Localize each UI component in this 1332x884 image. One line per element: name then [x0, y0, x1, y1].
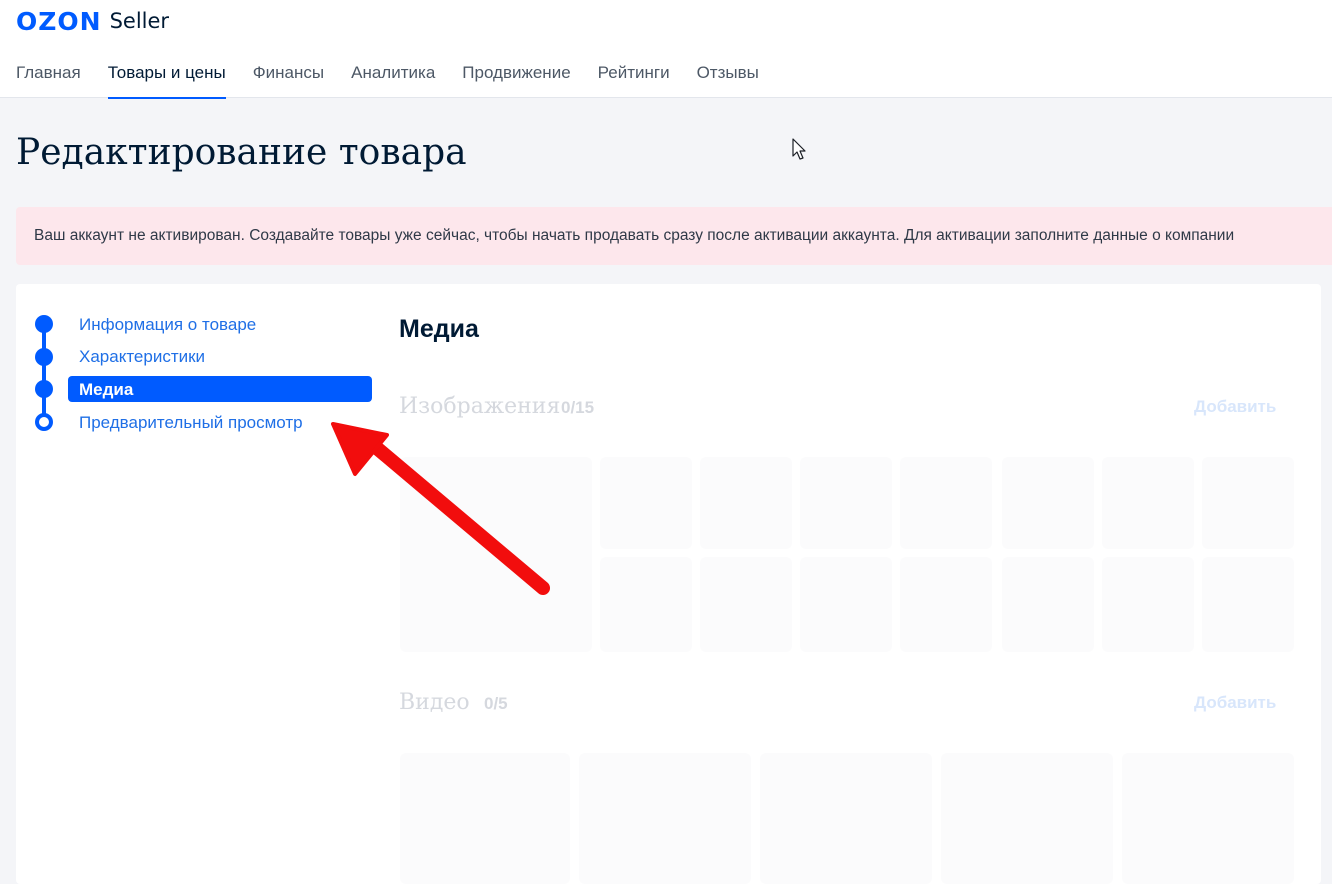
nav-item-products-prices[interactable]: Товары и цены — [107, 62, 226, 99]
video-section-label: Видео — [399, 690, 470, 715]
image-placeholder — [800, 457, 892, 549]
mouse-cursor-icon — [792, 138, 806, 160]
step-dot-icon — [35, 380, 53, 398]
image-placeholder — [600, 557, 692, 652]
nav-item-reviews[interactable]: Отзывы — [697, 62, 759, 97]
video-placeholder — [400, 753, 570, 884]
logo-brand: OZON — [16, 6, 102, 36]
media-title: Медиа — [399, 315, 479, 343]
nav-item-promotion[interactable]: Продвижение — [462, 62, 570, 97]
images-count: 0/15 — [561, 398, 595, 417]
image-placeholder — [900, 457, 992, 549]
images-section-label: Изображения — [399, 394, 561, 419]
video-placeholder — [941, 753, 1113, 884]
video-count: 0/5 — [484, 694, 508, 713]
image-placeholder — [700, 457, 792, 549]
image-placeholder — [1102, 457, 1194, 549]
account-not-activated-alert: Ваш аккаунт не активирован. Создавайте т… — [16, 207, 1332, 265]
alert-text: Ваш аккаунт не активирован. Создавайте т… — [34, 227, 1235, 244]
nav-item-analytics[interactable]: Аналитика — [351, 62, 435, 97]
nav-item-home[interactable]: Главная — [16, 62, 81, 97]
add-images-button[interactable]: Добавить — [1194, 397, 1276, 417]
steps-progress-line — [42, 325, 46, 423]
image-placeholder — [900, 557, 992, 652]
image-placeholder — [600, 457, 692, 549]
nav-item-ratings[interactable]: Рейтинги — [598, 62, 670, 97]
image-placeholder — [800, 557, 892, 652]
image-placeholder — [700, 557, 792, 652]
image-placeholder — [1102, 557, 1194, 652]
add-video-button[interactable]: Добавить — [1194, 693, 1276, 713]
logo-product: Seller — [109, 9, 170, 33]
step-preview[interactable]: Предварительный просмотр — [79, 413, 303, 433]
image-placeholder — [1202, 557, 1294, 652]
video-placeholder — [760, 753, 932, 884]
step-dot-icon — [35, 315, 53, 333]
video-placeholder — [1122, 753, 1294, 884]
step-dot-hollow-icon — [35, 413, 53, 431]
step-product-info[interactable]: Информация о товаре — [79, 315, 256, 335]
product-edit-card: Информация о товаре Характеристики Медиа… — [16, 284, 1321, 884]
step-characteristics[interactable]: Характеристики — [79, 347, 205, 367]
step-dot-icon — [35, 348, 53, 366]
image-placeholder-main — [400, 457, 592, 652]
image-placeholder — [1202, 457, 1294, 549]
image-placeholder — [1002, 557, 1094, 652]
video-placeholder — [579, 753, 751, 884]
ozon-seller-logo[interactable]: OZON Seller — [16, 6, 169, 36]
main-nav: Главная Товары и цены Финансы Аналитика … — [16, 62, 786, 99]
nav-item-finance[interactable]: Финансы — [253, 62, 324, 97]
top-bar: OZON Seller Главная Товары и цены Финанс… — [0, 0, 1332, 99]
step-media[interactable]: Медиа — [79, 380, 133, 400]
image-placeholder — [1002, 457, 1094, 549]
page-title: Редактирование товара — [16, 132, 467, 173]
